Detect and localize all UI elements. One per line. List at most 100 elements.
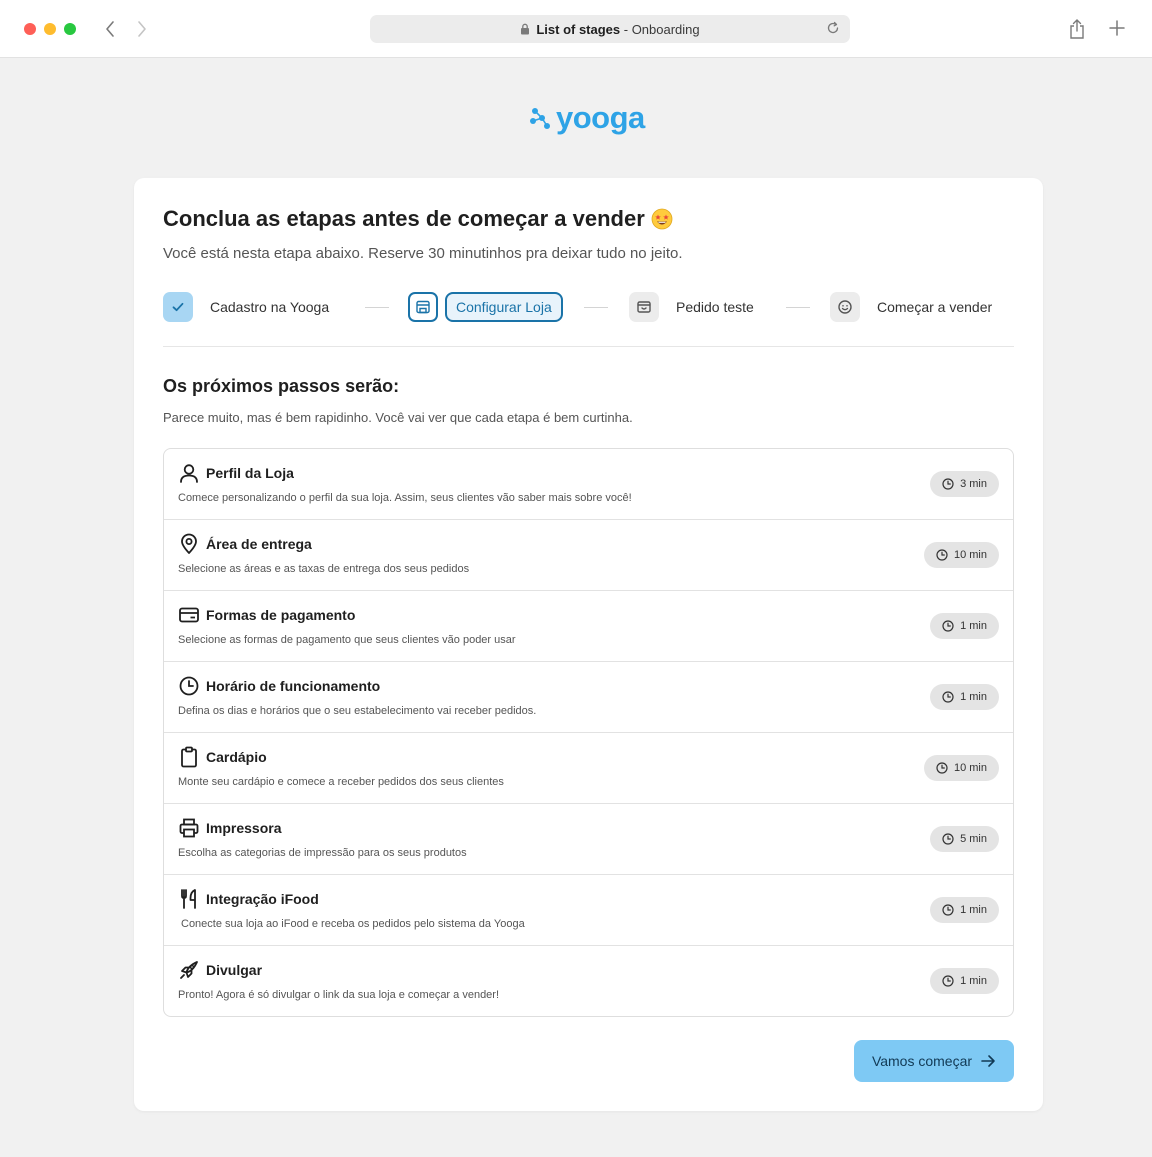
logo-mark-icon (530, 108, 550, 129)
step-pedido-teste[interactable]: Pedido teste (629, 292, 754, 322)
reload-icon[interactable] (826, 21, 840, 35)
step-label: Cadastro na Yooga (210, 299, 330, 315)
task-title: Impressora (206, 820, 282, 836)
task-title: Horário de funcionamento (206, 678, 381, 694)
next-steps-subtitle: Parece muito, mas é bem rapidinho. Você … (163, 410, 633, 425)
task-formas-de-pagamento[interactable]: Formas de pagamento Selecione as formas … (164, 591, 1013, 662)
onboarding-card: Conclua as etapas antes de começar a ven… (134, 178, 1043, 1111)
address-bar[interactable]: List of stages - Onboarding (370, 15, 850, 43)
clock-icon (942, 904, 954, 916)
card-subtitle: Você está nesta etapa abaixo. Reserve 30… (163, 245, 683, 262)
zoom-window-button[interactable] (64, 23, 76, 35)
time-badge: 1 min (930, 897, 999, 923)
task-divulgar[interactable]: Divulgar Pronto! Agora é só divulgar o l… (164, 946, 1013, 1016)
card-title: Conclua as etapas antes de começar a ven… (163, 206, 673, 232)
window-controls (24, 23, 76, 35)
task-description: Defina os dias e horários que o seu esta… (178, 705, 537, 717)
minimize-window-button[interactable] (44, 23, 56, 35)
task-description: Pronto! Agora é só divulgar o link da su… (178, 989, 500, 1001)
task-description: Comece personalizando o perfil da sua lo… (178, 492, 632, 504)
card-title-text: Conclua as etapas antes de começar a ven… (163, 206, 645, 231)
task-perfil-da-loja[interactable]: Perfil da Loja Comece personalizando o p… (164, 449, 1013, 520)
time-estimate: 3 min (960, 478, 987, 490)
time-estimate: 1 min (960, 904, 987, 916)
printer-icon (179, 818, 199, 838)
clock-icon (942, 691, 954, 703)
next-steps-title: Os próximos passos serão: (163, 376, 400, 396)
clock-icon (936, 549, 948, 561)
time-badge: 1 min (930, 684, 999, 710)
clock-icon (942, 478, 954, 490)
task-title: Área de entrega (206, 536, 312, 552)
task-title: Perfil da Loja (206, 465, 294, 481)
time-estimate: 10 min (953, 762, 987, 774)
onboarding-stepper: Cadastro na Yooga Configurar Loja Pedido… (163, 292, 1013, 324)
time-estimate: 1 min (960, 691, 987, 703)
time-estimate: 5 min (960, 833, 987, 845)
step-label: Começar a vender (877, 299, 993, 315)
step-label: Configurar Loja (445, 292, 563, 322)
user-icon (180, 464, 198, 483)
clock-icon (942, 833, 954, 845)
task-cardapio[interactable]: Cardápio Monte seu cardápio e comece a r… (164, 733, 1013, 804)
clock-icon (942, 620, 954, 632)
close-window-button[interactable] (24, 23, 36, 35)
task-impressora[interactable]: Impressora Escolha as categorias de impr… (164, 804, 1013, 875)
browser-toolbar: List of stages - Onboarding (0, 0, 1152, 58)
step-label: Pedido teste (676, 299, 754, 315)
task-title: Divulgar (206, 962, 263, 978)
star-struck-emoji-icon (651, 208, 673, 230)
step-connector (584, 307, 608, 308)
task-description: Monte seu cardápio e comece a receber pe… (178, 776, 504, 788)
check-icon (172, 302, 184, 312)
chevron-left-icon (106, 21, 114, 37)
task-title: Cardápio (206, 749, 267, 765)
step-cadastro[interactable]: Cadastro na Yooga (163, 292, 329, 322)
task-description: Selecione as formas de pagamento que seu… (178, 634, 516, 646)
task-description: Escolha as categorias de impressão para … (178, 847, 467, 859)
back-button[interactable] (100, 18, 120, 40)
fork-knife-icon (181, 889, 196, 909)
box-icon (637, 301, 651, 313)
task-description: Conecte sua loja ao iFood e receba os pe… (181, 918, 525, 930)
clock-icon (942, 975, 954, 987)
start-button[interactable]: Vamos começar (854, 1040, 1014, 1082)
chevron-right-icon (138, 21, 146, 37)
smile-icon (838, 300, 852, 314)
location-pin-icon (181, 533, 197, 554)
task-area-de-entrega[interactable]: Área de entrega Selecione as áreas e as … (164, 520, 1013, 591)
page-title: List of stages (536, 21, 621, 37)
forward-button[interactable] (132, 18, 152, 40)
clipboard-icon (181, 746, 197, 768)
start-button-label: Vamos começar (871, 1053, 973, 1069)
task-title: Formas de pagamento (206, 607, 356, 623)
brand-logo: yooga (530, 100, 645, 136)
new-tab-icon[interactable] (1108, 18, 1126, 38)
step-comecar-a-vender[interactable]: Começar a vender (830, 292, 992, 322)
clock-icon (179, 676, 199, 696)
time-estimate: 1 min (960, 975, 987, 987)
page-title-suffix: - Onboarding (620, 21, 700, 37)
time-badge: 1 min (930, 613, 999, 639)
credit-card-icon (179, 607, 199, 623)
time-estimate: 10 min (953, 549, 987, 561)
time-badge: 5 min (930, 826, 999, 852)
divider (163, 346, 1014, 347)
rocket-icon (180, 961, 198, 979)
share-icon[interactable] (1068, 18, 1086, 40)
store-icon (416, 300, 430, 314)
step-configurar-loja[interactable]: Configurar Loja (408, 292, 563, 322)
lock-icon (521, 23, 530, 35)
time-badge: 3 min (930, 471, 999, 497)
arrow-right-icon (981, 1055, 995, 1067)
time-badge: 10 min (923, 542, 999, 568)
task-list: Perfil da Loja Comece personalizando o p… (163, 448, 1014, 1017)
clock-icon (936, 762, 948, 774)
step-connector (786, 307, 810, 308)
task-title: Integração iFood (206, 891, 319, 907)
task-integracao-ifood[interactable]: Integração iFood Conecte sua loja ao iFo… (164, 875, 1013, 946)
task-horario-de-funcionamento[interactable]: Horário de funcionamento Defina os dias … (164, 662, 1013, 733)
step-connector (365, 307, 389, 308)
time-estimate: 1 min (960, 620, 987, 632)
logo-text: yooga (556, 100, 645, 135)
